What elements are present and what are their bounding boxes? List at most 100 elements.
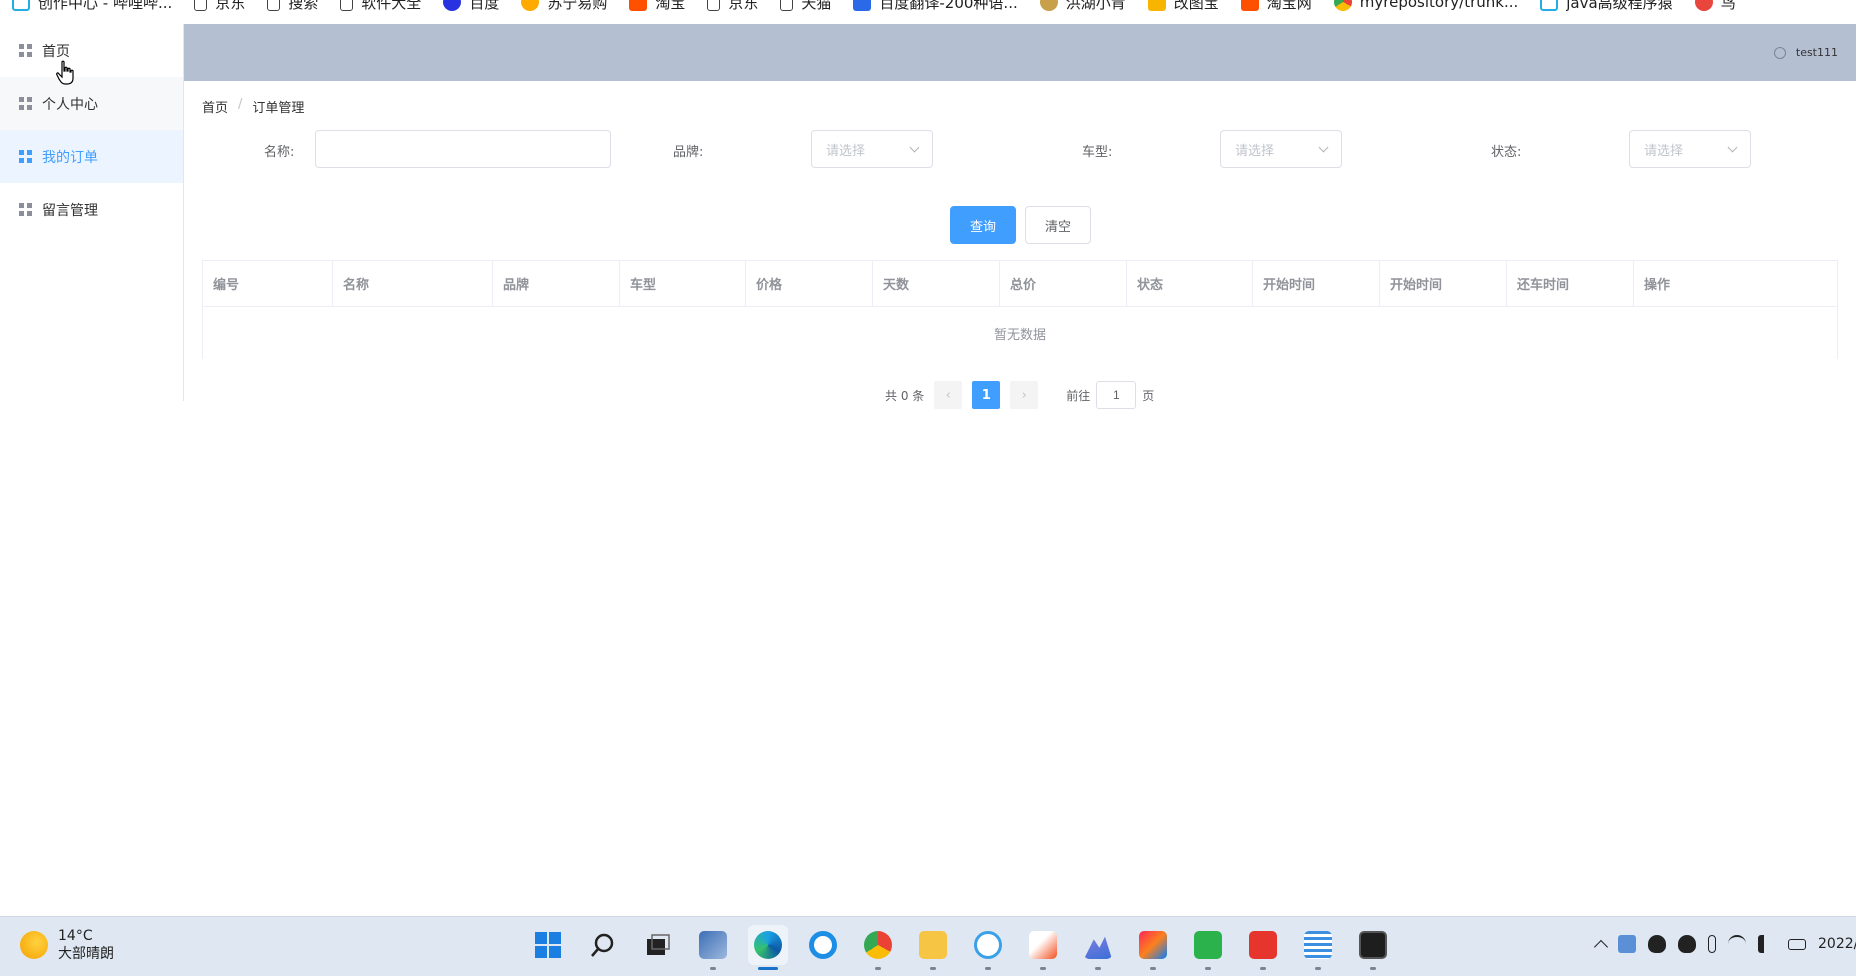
app-notepad[interactable]: [1298, 925, 1338, 970]
photos-icon: [974, 931, 1002, 959]
sidebar-item-home[interactable]: 首页: [0, 24, 183, 77]
username: test111: [1795, 46, 1838, 59]
column-header: 总价: [1000, 261, 1127, 306]
model-label: 车型:: [1082, 145, 1113, 160]
taskbar-apps: [528, 925, 1393, 970]
column-header: 开始时间: [1380, 261, 1507, 306]
grid-icon: [19, 97, 32, 110]
column-header: 品牌: [493, 261, 620, 306]
column-header: 名称: [333, 261, 493, 306]
paint-icon: [1029, 931, 1057, 959]
bookmark[interactable]: myrepository/trunk...: [1333, 0, 1518, 14]
weather-icon: [20, 931, 48, 959]
empty-state: 暂无数据: [993, 327, 1046, 343]
intellij-icon: [1139, 931, 1167, 959]
bookmark[interactable]: 百度翻译-200种语...: [853, 0, 1018, 14]
system-tray: 2022/: [1593, 935, 1856, 955]
query-button[interactable]: 查询: [950, 206, 1016, 244]
app-gallery[interactable]: [1078, 925, 1118, 970]
sidebar-item-messages[interactable]: 留言管理: [0, 183, 183, 236]
windows-icon: [535, 932, 561, 958]
bookmark[interactable]: 软件大全: [340, 0, 421, 14]
column-header: 天数: [873, 261, 1000, 306]
search-button[interactable]: [583, 925, 623, 965]
goto-page: 前往 页: [1066, 381, 1154, 409]
temperature: 14°C: [58, 928, 93, 944]
bookmark[interactable]: 京东: [707, 0, 758, 14]
shield-icon[interactable]: [1618, 935, 1636, 953]
hand-cursor-icon: [56, 60, 74, 85]
mountain-icon: [1084, 936, 1112, 959]
chevron-down-icon: [1727, 142, 1738, 152]
folder-icon: [919, 931, 947, 959]
bookmark[interactable]: 京东: [194, 0, 245, 14]
bookmark[interactable]: java高级程序猿: [1540, 0, 1673, 14]
breadcrumb-home[interactable]: 首页: [202, 97, 228, 116]
app-intellij[interactable]: [1133, 925, 1173, 970]
app-photos[interactable]: [968, 925, 1008, 970]
clock[interactable]: 2022/: [1818, 936, 1856, 952]
bookmark[interactable]: 洪湖小肯: [1039, 0, 1126, 14]
microphone-icon[interactable]: [1708, 935, 1716, 953]
brand-select-placeholder: 请选择: [826, 143, 866, 159]
column-header: 状态: [1127, 261, 1253, 306]
task-view-button[interactable]: [638, 925, 678, 965]
app-terminal[interactable]: [1353, 925, 1393, 970]
bookmark[interactable]: 百度: [443, 0, 499, 14]
wifi-icon[interactable]: [1728, 935, 1746, 953]
bookmark[interactable]: 淘宝网: [1240, 0, 1312, 14]
taskbar: 14°C 大部晴朗 2022/: [0, 916, 1856, 976]
clear-button[interactable]: 清空: [1025, 206, 1091, 244]
page-icon: [267, 0, 281, 11]
column-header: 操作: [1644, 278, 1671, 293]
name-input[interactable]: [315, 130, 611, 168]
status-label: 状态:: [1491, 145, 1522, 160]
model-select-placeholder: 请选择: [1235, 143, 1275, 159]
remote-desktop-icon: [699, 931, 727, 959]
bookmark[interactable]: 鸟: [1694, 0, 1736, 14]
user-menu[interactable]: test111: [1773, 46, 1838, 59]
app-hbuilder[interactable]: [1188, 925, 1228, 970]
volume-icon[interactable]: [1758, 935, 1776, 953]
app-explorer[interactable]: [913, 925, 953, 970]
search-form: 名称: 品牌: 请选择 车型: 请选择 状态: 请选择: [0, 130, 1856, 168]
bookmark[interactable]: 苏宁易购: [521, 0, 607, 14]
chevron-up-icon[interactable]: [1593, 939, 1609, 955]
app-chrome[interactable]: [858, 925, 898, 970]
app-remote[interactable]: [693, 925, 733, 970]
gear-icon[interactable]: [1773, 46, 1786, 59]
battery-icon[interactable]: [1788, 938, 1806, 950]
app-ie[interactable]: [803, 925, 843, 965]
app-wps[interactable]: [1243, 925, 1283, 970]
next-page-button[interactable]: ›: [1010, 381, 1039, 409]
model-select[interactable]: 请选择: [1220, 130, 1342, 168]
weather-condition: 大部晴朗: [58, 946, 114, 962]
app-edge[interactable]: [748, 925, 788, 970]
table-header: 编号 名称 品牌 车型 价格 天数 总价 状态 开始时间 开始时间 还车时间 操…: [203, 261, 1837, 307]
weather-widget[interactable]: 14°C 大部晴朗: [20, 927, 114, 963]
name-label: 名称:: [264, 145, 295, 160]
start-button[interactable]: [528, 925, 568, 965]
sidebar-item-profile[interactable]: 个人中心: [0, 77, 183, 130]
task-view-icon: [647, 934, 670, 955]
column-header: 编号: [203, 261, 333, 306]
hbuilder-icon: [1194, 931, 1222, 959]
page-icon: [707, 0, 721, 11]
status-select[interactable]: 请选择: [1629, 130, 1751, 168]
bookmarks-bar: 创作中心 - 哔哩哔... 京东 搜索 软件大全 百度 苏宁易购 淘宝 京东 天…: [0, 0, 1856, 24]
prev-page-button[interactable]: ‹: [934, 381, 963, 409]
bookmark[interactable]: 搜索: [267, 0, 318, 14]
bookmark[interactable]: 创作中心 - 哔哩哔...: [12, 0, 172, 14]
sidebar-item-label: 首页: [42, 43, 70, 60]
sidebar-item-label: 个人中心: [42, 96, 98, 113]
bookmark[interactable]: 改图宝: [1147, 0, 1219, 14]
qq-icon[interactable]: [1678, 935, 1696, 953]
column-header: 车型: [620, 261, 746, 306]
bookmark[interactable]: 淘宝: [629, 0, 685, 14]
page-number-current[interactable]: 1: [972, 381, 1001, 409]
app-paint[interactable]: [1023, 925, 1063, 970]
goto-page-input[interactable]: [1096, 381, 1137, 409]
bookmark[interactable]: 天猫: [780, 0, 831, 14]
qq-icon[interactable]: [1648, 935, 1666, 953]
brand-select[interactable]: 请选择: [811, 130, 933, 168]
